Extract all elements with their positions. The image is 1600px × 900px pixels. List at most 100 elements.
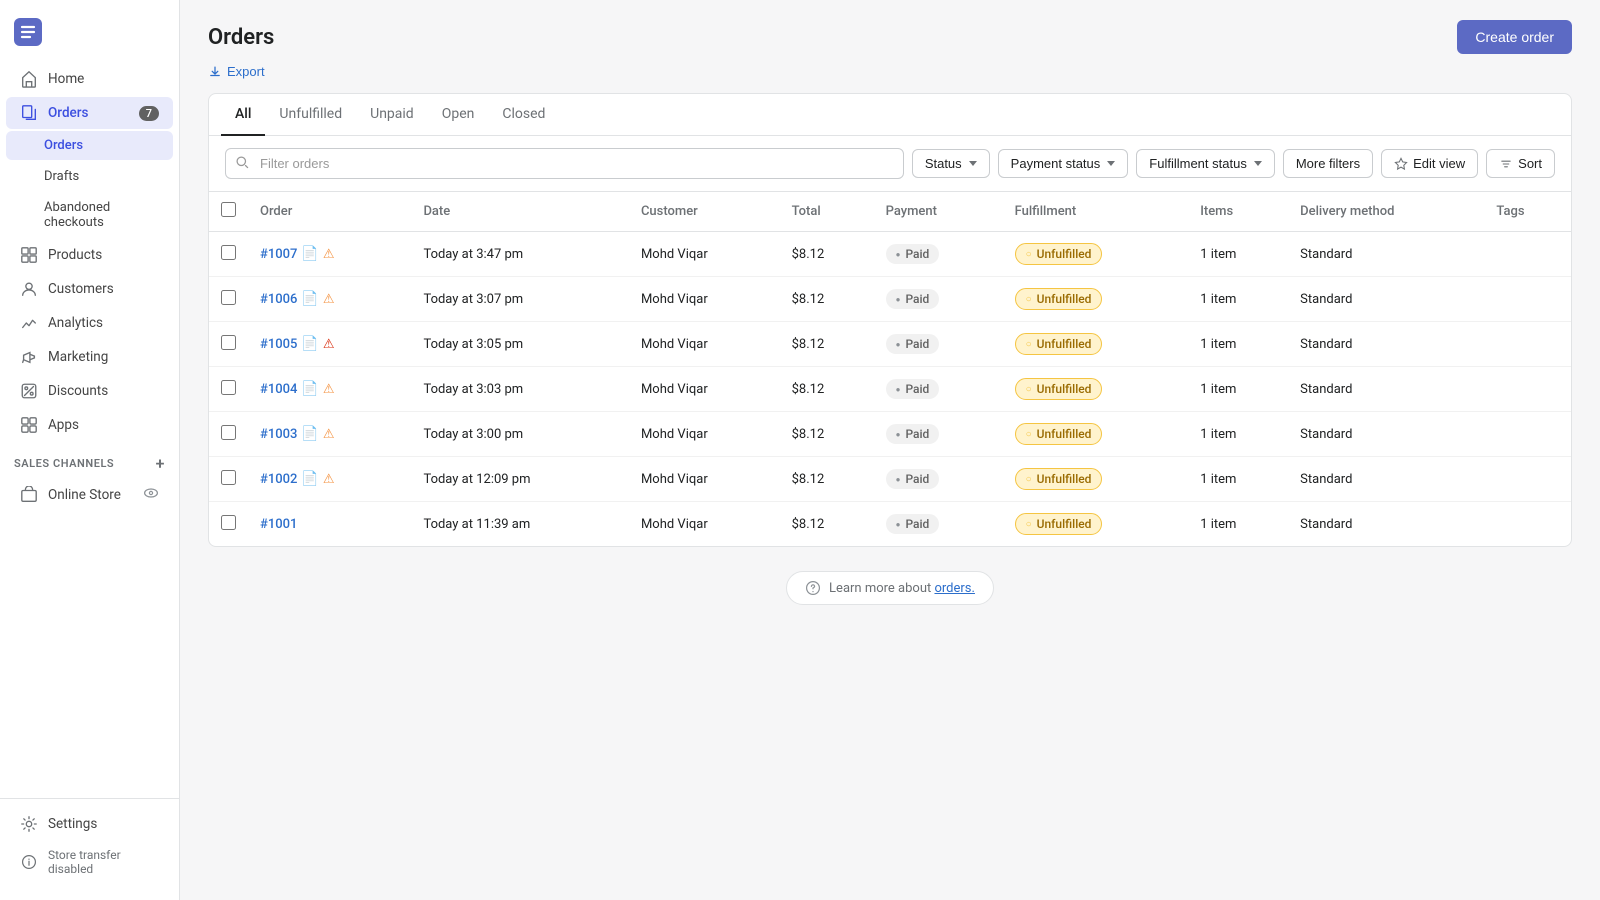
- order-link[interactable]: #1002: [260, 472, 297, 487]
- app-logo: [0, 8, 179, 62]
- sidebar-item-label: Customers: [48, 281, 114, 297]
- sidebar-sub-label: Abandoned checkouts: [44, 200, 159, 230]
- sales-channels-label: SALES CHANNELS +: [0, 442, 179, 477]
- order-link[interactable]: #1005: [260, 337, 297, 352]
- sidebar-item-online-store[interactable]: Online Store: [6, 478, 173, 512]
- payment-badge: Paid: [886, 424, 940, 444]
- order-tags: [1484, 322, 1571, 367]
- order-date: Today at 12:09 pm: [411, 457, 629, 502]
- sidebar-item-apps[interactable]: Apps: [6, 409, 173, 441]
- payment-badge: Paid: [886, 289, 940, 309]
- order-customer: Mohd Viqar: [629, 277, 780, 322]
- order-total: $8.12: [780, 232, 874, 277]
- fulfillment-badge: Unfulfilled: [1015, 468, 1103, 490]
- status-filter-button[interactable]: Status: [912, 149, 990, 178]
- fulfillment-badge: Unfulfilled: [1015, 513, 1103, 535]
- sidebar-item-home[interactable]: Home: [6, 63, 173, 95]
- tab-open[interactable]: Open: [428, 94, 489, 136]
- sidebar-item-customers[interactable]: Customers: [6, 273, 173, 305]
- table-row: #1001 Today at 11:39 am Mohd Viqar $8.12…: [209, 502, 1571, 547]
- apps-icon: [20, 416, 38, 434]
- order-items: 1 item: [1188, 412, 1288, 457]
- order-delivery: Standard: [1288, 412, 1484, 457]
- order-total: $8.12: [780, 457, 874, 502]
- order-link[interactable]: #1003: [260, 427, 297, 442]
- order-customer: Mohd Viqar: [629, 412, 780, 457]
- tab-all[interactable]: All: [221, 94, 265, 136]
- fulfillment-status-filter-button[interactable]: Fulfillment status: [1136, 149, 1275, 178]
- sidebar-item-label: Discounts: [48, 383, 108, 399]
- order-customer: Mohd Viqar: [629, 232, 780, 277]
- col-order: Order: [248, 192, 411, 232]
- order-link[interactable]: #1004: [260, 382, 297, 397]
- sidebar-item-analytics[interactable]: Analytics: [6, 307, 173, 339]
- sidebar-item-discounts[interactable]: Discounts: [6, 375, 173, 407]
- row-checkbox[interactable]: [221, 425, 236, 440]
- order-date: Today at 3:03 pm: [411, 367, 629, 412]
- select-all-checkbox[interactable]: [221, 202, 236, 217]
- sort-button[interactable]: Sort: [1486, 149, 1555, 178]
- warn-icon: ⚠: [323, 427, 335, 442]
- warn-icon: ⚠: [323, 247, 335, 262]
- tab-unpaid[interactable]: Unpaid: [356, 94, 428, 136]
- payment-badge: Paid: [886, 244, 940, 264]
- chevron-down-icon: [1254, 161, 1262, 166]
- tab-closed[interactable]: Closed: [488, 94, 559, 136]
- orders-link[interactable]: orders.: [934, 581, 974, 596]
- edit-view-button[interactable]: Edit view: [1381, 149, 1478, 178]
- order-link[interactable]: #1007: [260, 247, 297, 262]
- sidebar-sub-drafts[interactable]: Drafts: [6, 162, 173, 191]
- col-delivery: Delivery method: [1288, 192, 1484, 232]
- sidebar-item-products[interactable]: Products: [6, 239, 173, 271]
- info-icon: [20, 853, 38, 871]
- export-button[interactable]: Export: [208, 64, 265, 79]
- order-items: 1 item: [1188, 277, 1288, 322]
- row-checkbox[interactable]: [221, 245, 236, 260]
- order-total: $8.12: [780, 502, 874, 547]
- order-total: $8.12: [780, 412, 874, 457]
- eye-icon[interactable]: [143, 485, 159, 505]
- payment-badge: Paid: [886, 334, 940, 354]
- search-input[interactable]: [225, 148, 904, 179]
- sidebar-item-label: Home: [48, 71, 84, 87]
- chevron-down-icon: [969, 161, 977, 166]
- order-link[interactable]: #1006: [260, 292, 297, 307]
- order-tags: [1484, 502, 1571, 547]
- tab-unfulfilled[interactable]: Unfulfilled: [265, 94, 356, 136]
- sidebar-item-label: Analytics: [48, 315, 103, 331]
- sidebar-item-marketing[interactable]: Marketing: [6, 341, 173, 373]
- more-filters-button[interactable]: More filters: [1283, 149, 1373, 178]
- row-checkbox[interactable]: [221, 515, 236, 530]
- sidebar-sub-label: Drafts: [44, 169, 79, 184]
- page-title: Orders: [208, 25, 274, 50]
- payment-badge: Paid: [886, 469, 940, 489]
- payment-status-filter-button[interactable]: Payment status: [998, 149, 1129, 178]
- sidebar-sub-orders[interactable]: Orders: [6, 131, 173, 160]
- row-checkbox[interactable]: [221, 470, 236, 485]
- col-items: Items: [1188, 192, 1288, 232]
- orders-table: Order Date Customer Total Payment Fulfil…: [209, 192, 1571, 546]
- online-store-label: Online Store: [48, 487, 121, 503]
- main-content: Orders Create order Export All Unfulfill…: [180, 0, 1600, 900]
- row-checkbox[interactable]: [221, 380, 236, 395]
- sidebar-item-settings[interactable]: Settings: [6, 808, 173, 840]
- row-checkbox[interactable]: [221, 290, 236, 305]
- fulfillment-badge: Unfulfilled: [1015, 423, 1103, 445]
- online-store-icon: [20, 486, 38, 504]
- order-tags: [1484, 277, 1571, 322]
- add-sales-channel-icon[interactable]: +: [156, 454, 165, 473]
- warn-icon: ⚠: [323, 472, 335, 487]
- sidebar-item-label: Orders: [48, 105, 89, 121]
- order-date: Today at 3:05 pm: [411, 322, 629, 367]
- discounts-icon: [20, 382, 38, 400]
- sidebar-sub-abandoned[interactable]: Abandoned checkouts: [6, 193, 173, 237]
- row-checkbox[interactable]: [221, 335, 236, 350]
- payment-badge: Paid: [886, 514, 940, 534]
- order-total: $8.12: [780, 277, 874, 322]
- sidebar-item-orders[interactable]: Orders 7: [6, 97, 173, 129]
- fulfillment-badge: Unfulfilled: [1015, 288, 1103, 310]
- export-icon: [208, 65, 222, 79]
- order-date: Today at 3:07 pm: [411, 277, 629, 322]
- order-link[interactable]: #1001: [260, 517, 297, 532]
- create-order-button[interactable]: Create order: [1457, 20, 1572, 54]
